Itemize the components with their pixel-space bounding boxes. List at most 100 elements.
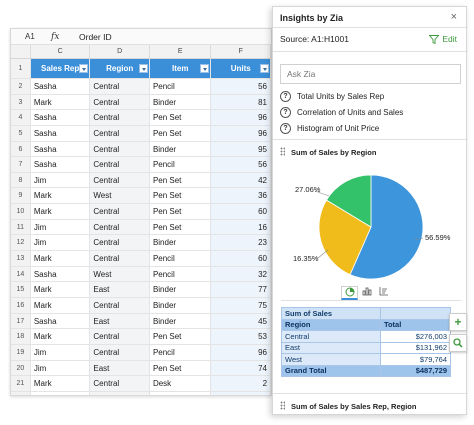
cell-units[interactable]: 45 [211, 313, 271, 329]
cell-reference[interactable]: A1 [11, 32, 51, 41]
cell-item[interactable]: Pen Set [150, 204, 212, 219]
row-number[interactable]: 2 [11, 79, 31, 94]
header-cell-region[interactable]: Region [90, 59, 150, 78]
cell-item[interactable]: Pen Set [150, 219, 212, 235]
cell-units[interactable]: 95 [211, 141, 271, 157]
cell-item[interactable]: Pen Set [150, 172, 212, 188]
column-header-f[interactable]: F [211, 45, 271, 58]
cell-region[interactable]: Central [90, 172, 150, 188]
cell-sales-rep[interactable]: Mark [31, 376, 91, 391]
cell-region[interactable]: Central [90, 376, 150, 391]
row-number[interactable]: 1 [11, 59, 31, 78]
cell-region[interactable]: Central [90, 94, 150, 110]
cell-sales-rep[interactable]: Mark [31, 282, 91, 297]
cell-sales-rep[interactable]: Sasha [31, 313, 91, 329]
cell-region[interactable]: Central [90, 125, 150, 141]
cell-item[interactable]: Binder [150, 235, 212, 251]
cell-units[interactable]: 75 [211, 297, 271, 313]
cell-region[interactable]: Central [90, 329, 150, 344]
cell-units[interactable]: 81 [211, 94, 271, 110]
row-number[interactable]: 8 [11, 172, 31, 188]
cell-item[interactable]: Pencil [150, 157, 212, 172]
header-cell-units[interactable]: Units [211, 59, 271, 78]
cell-item[interactable]: Pen Set [150, 360, 212, 376]
function-icon[interactable]: fx [51, 32, 67, 42]
cell-item[interactable]: Pencil [150, 344, 212, 360]
row-number[interactable]: 16 [11, 297, 31, 313]
cell-sales-rep[interactable]: Mark [31, 204, 91, 219]
cell-item[interactable]: Pencil [150, 251, 212, 266]
formula-input[interactable]: Order ID [67, 32, 112, 42]
cell-sales-rep[interactable]: Jim [31, 172, 91, 188]
cell-item[interactable]: Binder [150, 282, 212, 297]
cell-region[interactable]: West [90, 391, 150, 395]
cell-units[interactable]: 32 [211, 266, 271, 282]
row-number[interactable]: 17 [11, 313, 31, 329]
cell-region[interactable]: Central [90, 79, 150, 94]
cell-item[interactable]: Pen Set [150, 125, 212, 141]
cell-region[interactable]: Central [90, 204, 150, 219]
zoom-search-button[interactable] [449, 334, 467, 352]
row-number[interactable]: 10 [11, 204, 31, 219]
cell-item[interactable]: Pen Set [150, 329, 212, 344]
column-header-d[interactable]: D [90, 45, 150, 58]
filter-dropdown-icon[interactable] [260, 64, 270, 73]
cell-units[interactable]: 56 [211, 79, 271, 94]
cell-region[interactable]: Central [90, 235, 150, 251]
cell-sales-rep[interactable]: Mark [31, 188, 91, 204]
cell-sales-rep[interactable]: Jim [31, 360, 91, 376]
cell-sales-rep[interactable]: Sasha [31, 79, 91, 94]
cell-sales-rep[interactable]: Sasha [31, 391, 91, 395]
cell-region[interactable]: Central [90, 297, 150, 313]
cell-region[interactable]: Central [90, 344, 150, 360]
cell-sales-rep[interactable]: Sasha [31, 110, 91, 125]
row-number[interactable]: 7 [11, 157, 31, 172]
column-header-e[interactable]: E [150, 45, 212, 58]
drag-handle-icon[interactable] [280, 147, 285, 156]
cell-units[interactable]: 96 [211, 344, 271, 360]
cell-units[interactable]: 77 [211, 282, 271, 297]
row-number[interactable]: 12 [11, 235, 31, 251]
row-number[interactable]: 19 [11, 344, 31, 360]
bar-chart-tab[interactable] [358, 286, 375, 300]
cell-region[interactable]: East [90, 360, 150, 376]
cell-item[interactable]: Pencil [150, 266, 212, 282]
cell-region[interactable]: East [90, 282, 150, 297]
suggested-question[interactable]: ? Correlation of Units and Sales [280, 107, 403, 118]
cell-sales-rep[interactable]: Jim [31, 235, 91, 251]
cell-units[interactable]: 23 [211, 235, 271, 251]
edit-source-button[interactable]: Edit [429, 34, 457, 44]
cell-sales-rep[interactable]: Mark [31, 297, 91, 313]
row-number[interactable]: 22 [11, 391, 31, 395]
cell-sales-rep[interactable]: Sasha [31, 141, 91, 157]
filter-dropdown-icon[interactable] [200, 64, 210, 73]
cell-units[interactable]: 16 [211, 219, 271, 235]
cell-units[interactable]: 2 [211, 376, 271, 391]
cell-region[interactable]: Central [90, 251, 150, 266]
cell-units[interactable]: 74 [211, 360, 271, 376]
cell-sales-rep[interactable]: Mark [31, 329, 91, 344]
cell-item[interactable]: Desk [150, 376, 212, 391]
row-number[interactable]: 6 [11, 141, 31, 157]
cell-region[interactable]: Central [90, 141, 150, 157]
cell-units[interactable]: 53 [211, 329, 271, 344]
row-number[interactable]: 11 [11, 219, 31, 235]
corner-cell[interactable] [11, 45, 31, 58]
filter-dropdown-icon[interactable] [138, 64, 148, 73]
cell-units[interactable]: 60 [211, 251, 271, 266]
row-number[interactable]: 9 [11, 188, 31, 204]
cell-region[interactable]: West [90, 188, 150, 204]
cell-item[interactable]: Pencil [150, 391, 212, 395]
row-number[interactable]: 20 [11, 360, 31, 376]
suggested-question[interactable]: ? Histogram of Unit Price [280, 123, 379, 134]
cell-sales-rep[interactable]: Jim [31, 344, 91, 360]
header-cell-item[interactable]: Item [149, 59, 212, 78]
cell-region[interactable]: Central [90, 219, 150, 235]
drag-handle-icon[interactable] [280, 401, 285, 410]
cell-item[interactable]: Pen Set [150, 110, 212, 125]
cell-item[interactable]: Binder [150, 297, 212, 313]
cell-sales-rep[interactable]: Sasha [31, 266, 91, 282]
cell-region[interactable]: Central [90, 157, 150, 172]
cell-item[interactable]: Pen Set [150, 188, 212, 204]
cell-item[interactable]: Pencil [150, 79, 212, 94]
